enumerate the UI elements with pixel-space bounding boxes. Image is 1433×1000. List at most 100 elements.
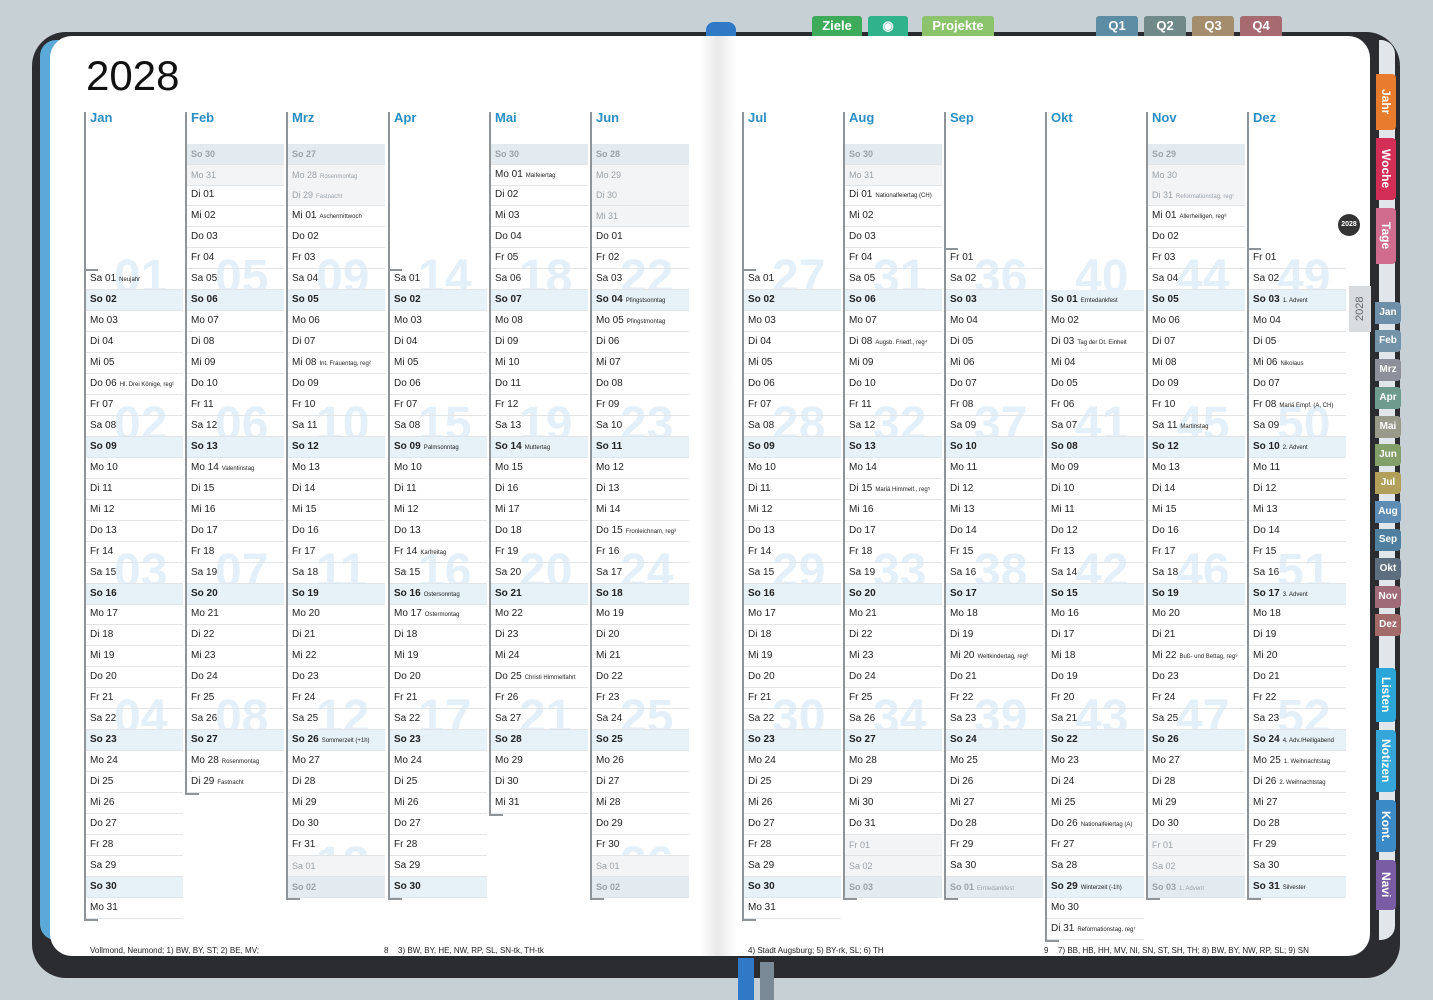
day-row[interactable]: Di 18 [390,625,487,647]
day-row[interactable]: Mo 09 [1047,458,1144,479]
adjacent-day-row[interactable]: So 29 [1148,143,1245,165]
day-row[interactable]: So 03 1. Advent [1249,290,1346,312]
adjacent-day-row[interactable]: Mi 31 [592,206,689,228]
day-row[interactable]: Fr 01 [1249,248,1346,270]
day-row[interactable]: Do 28 [946,814,1043,835]
month-tab[interactable]: Jun [1375,444,1401,466]
day-row[interactable]: Fr 07 [744,395,841,416]
month-tab[interactable]: Mrz [1375,358,1401,381]
day-row[interactable]: So 29 Winterzeit (-1h) [1047,876,1144,898]
day-row[interactable]: Fr 14 Karfreitag [390,542,487,563]
day-row[interactable]: Sa 11 [288,416,385,437]
day-row[interactable]: Mi 20 [1249,646,1346,668]
day-row[interactable]: Fr 28 [744,835,841,856]
month-tab[interactable]: Aug [1375,500,1401,523]
day-row[interactable]: So 30 [86,876,183,898]
day-row[interactable]: Di 27 [592,772,689,794]
day-row[interactable]: So 11 [592,436,689,458]
day-row[interactable]: Fr 05 [491,248,588,270]
day-row[interactable]: Mi 27 [1249,793,1346,814]
day-row[interactable]: Mi 21 [592,646,689,668]
day-row[interactable]: Fr 24 [288,688,385,710]
day-row[interactable]: Mi 16 [845,500,942,521]
day-row[interactable]: Mi 23 [845,646,942,668]
day-row[interactable]: Mo 23 [1047,751,1144,773]
day-row[interactable]: Do 31 [845,814,942,835]
day-row[interactable]: Di 11 [390,479,487,500]
day-row[interactable]: Sa 24 [592,709,689,731]
day-row[interactable]: Di 04 [86,332,183,354]
day-row[interactable]: Do 03 [187,227,284,249]
day-row[interactable]: So 23 [390,730,487,752]
day-row[interactable]: Do 11 [491,374,588,395]
day-row[interactable]: Do 13 [744,521,841,542]
day-row[interactable]: So 07 [491,290,588,312]
day-row[interactable]: Do 24 [845,667,942,689]
day-row[interactable]: So 06 [845,290,942,312]
day-row[interactable]: So 10 [946,436,1043,458]
day-row[interactable]: Do 07 [1249,374,1346,395]
day-row[interactable]: Di 03 Tag der Dt. Einheit [1047,332,1144,354]
day-row[interactable]: Fr 06 [1047,395,1144,416]
day-row[interactable]: Mo 19 [592,604,689,626]
day-row[interactable]: Mi 05 [744,353,841,375]
day-row[interactable]: So 17 [946,583,1043,605]
day-row[interactable]: Fr 07 [86,395,183,416]
day-row[interactable]: Sa 25 [1148,709,1245,731]
day-row[interactable]: Sa 29 [86,856,183,877]
day-row[interactable]: Fr 21 [86,688,183,710]
adjacent-day-row[interactable]: So 03 1. Advent [1148,876,1245,898]
day-row[interactable]: Do 15 Fronleichnam, reg³ [592,521,689,542]
day-row[interactable]: Sa 22 [744,709,841,731]
day-row[interactable]: Mi 11 [1047,500,1144,521]
day-row[interactable]: Sa 07 [1047,416,1144,437]
day-row[interactable]: Sa 25 [288,709,385,731]
day-row[interactable]: Mo 28 Rosenmontag [187,751,284,773]
day-row[interactable]: So 04 Pfingstsonntag [592,290,689,312]
day-row[interactable]: Do 10 [845,374,942,395]
day-row[interactable]: Do 23 [1148,667,1245,689]
adjacent-day-row[interactable]: Di 31 Reformationstag, reg⁷ [1148,185,1245,207]
day-row[interactable]: Mo 06 [288,311,385,333]
day-row[interactable]: Mo 15 [491,458,588,479]
adjacent-day-row[interactable]: So 01 Erntedankfest [946,876,1043,898]
day-row[interactable]: Mo 22 [491,604,588,626]
day-row[interactable]: Mi 01 Allerheiligen, reg⁸ [1148,206,1245,228]
day-row[interactable]: Di 02 [491,185,588,207]
day-row[interactable]: So 24 [946,730,1043,752]
day-row[interactable]: Mi 18 [1047,646,1144,668]
month-tab[interactable]: Apr [1375,387,1401,410]
day-row[interactable]: So 26 [1148,730,1245,752]
day-row[interactable]: Do 07 [946,374,1043,395]
day-row[interactable]: Di 23 [491,625,588,647]
tab-q1[interactable]: Q1 [1096,16,1138,36]
day-row[interactable]: Di 26 [946,772,1043,794]
day-row[interactable]: So 02 [744,290,841,312]
day-row[interactable]: Di 11 [744,479,841,500]
day-row[interactable]: Di 08 [187,332,284,354]
day-row[interactable]: Mo 04 [1249,311,1346,333]
day-row[interactable]: Mi 05 [86,353,183,375]
day-row[interactable]: Mo 13 [1148,458,1245,479]
day-row[interactable]: Fr 21 [744,688,841,710]
day-row[interactable]: So 08 [1047,436,1144,458]
day-row[interactable]: Do 04 [491,227,588,249]
day-row[interactable]: Mi 24 [491,646,588,668]
day-row[interactable]: Fr 15 [946,542,1043,563]
day-row[interactable]: Sa 29 [390,856,487,877]
day-row[interactable]: Mi 09 [187,353,284,375]
day-row[interactable]: Mo 27 [288,751,385,773]
day-row[interactable]: So 03 [946,290,1043,312]
day-row[interactable]: Mi 27 [946,793,1043,814]
day-row[interactable]: Sa 23 [1249,709,1346,731]
day-row[interactable]: So 28 [491,730,588,752]
day-row[interactable]: Mi 26 [390,793,487,814]
tab-woche[interactable]: Woche [1376,138,1396,200]
day-row[interactable]: Fr 02 [592,248,689,270]
day-row[interactable]: Mi 08 Int. Frauentag, reg² [288,353,385,375]
adjacent-day-row[interactable]: So 30 [187,143,284,165]
day-row[interactable]: Do 27 [86,814,183,835]
day-row[interactable]: Mi 22 [288,646,385,668]
day-row[interactable]: So 12 [1148,436,1245,458]
day-row[interactable]: Di 08 Augsb. Friedf., reg⁴ [845,332,942,354]
